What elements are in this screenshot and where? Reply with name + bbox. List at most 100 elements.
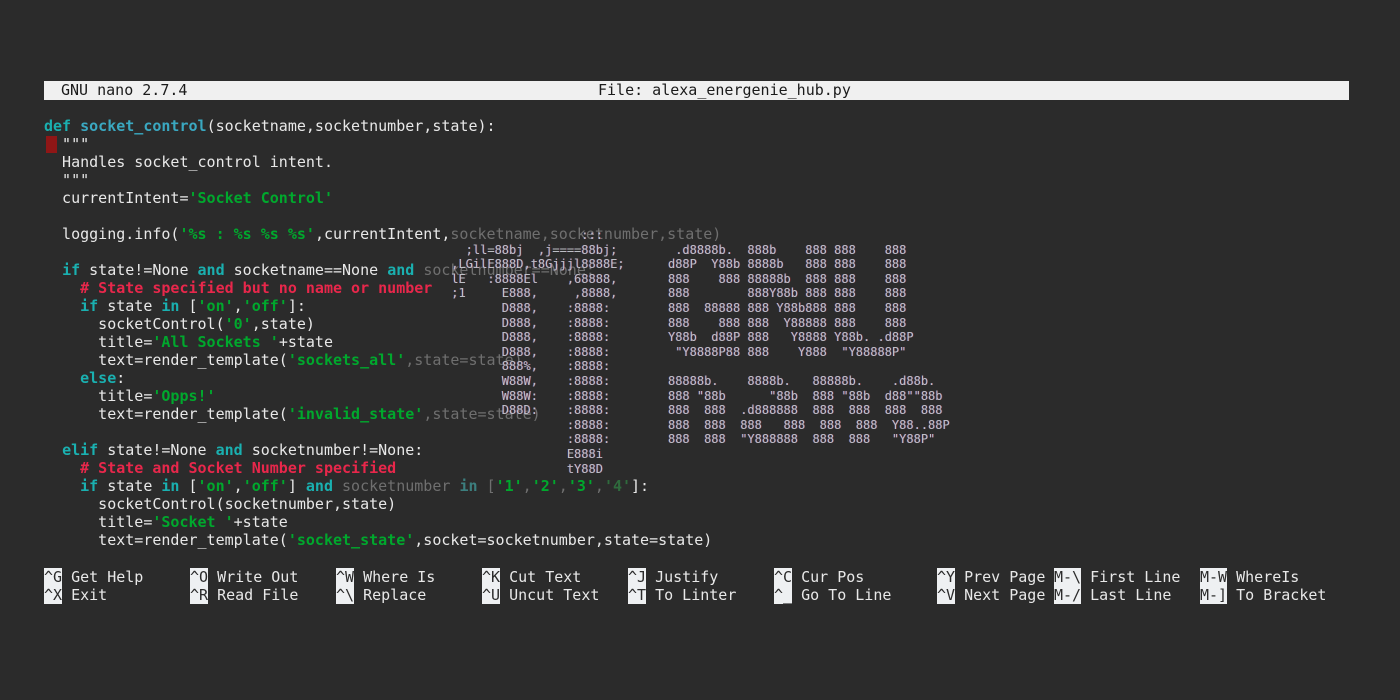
code-token: [44, 297, 80, 315]
shortcut-item[interactable]: ^W Where Is: [336, 568, 435, 586]
shortcut-label: Last Line: [1081, 586, 1171, 604]
code-token: '3': [568, 477, 595, 495]
code-token: and: [198, 261, 234, 279]
code-token: ,state): [252, 315, 315, 333]
shortcut-label: Cut Text: [500, 568, 581, 586]
shortcut-key-badge: ^K: [482, 568, 500, 586]
code-token: in: [459, 477, 486, 495]
code-token: 'off': [243, 297, 288, 315]
shortcut-item[interactable]: M-/ Last Line: [1054, 586, 1180, 604]
shortcut-item[interactable]: ^U Uncut Text: [482, 586, 599, 604]
shortcut-item[interactable]: ^V Next Page: [937, 586, 1045, 604]
shortcut-column: ^K Cut Text^U Uncut Text: [482, 568, 599, 604]
code-token: ,socket=socketnumber,state=state): [414, 531, 712, 549]
code-token: '0': [225, 315, 252, 333]
code-token: and: [387, 261, 423, 279]
code-token: title=: [44, 333, 152, 351]
code-token: text=render_template(: [44, 531, 288, 549]
code-token: socketnumber!=None:: [252, 441, 424, 459]
code-token: '4': [604, 477, 631, 495]
shortcut-key-badge: ^W: [336, 568, 354, 586]
code-token: (socketname,socketnumber,state):: [207, 117, 496, 135]
shortcut-item[interactable]: ^_ Go To Line: [774, 586, 891, 604]
code-token: state!=None: [107, 441, 215, 459]
code-token: ]: [288, 477, 306, 495]
code-token: elif: [62, 441, 107, 459]
shortcut-item[interactable]: ^J Justify: [628, 568, 736, 586]
shortcut-column: M-W WhereIsM-] To Bracket: [1200, 568, 1326, 604]
shortcut-key-badge: ^G: [44, 568, 62, 586]
code-token: 'on': [198, 477, 234, 495]
code-token: '1': [496, 477, 523, 495]
shortcut-label: Uncut Text: [500, 586, 599, 604]
code-token: title=: [44, 387, 152, 405]
shortcut-item[interactable]: ^K Cut Text: [482, 568, 599, 586]
shortcut-item[interactable]: M-] To Bracket: [1200, 586, 1326, 604]
shortcut-key-badge: ^V: [937, 586, 955, 604]
code-token: socketnumber: [342, 477, 459, 495]
text-cursor: [46, 136, 57, 153]
code-token: +state: [279, 333, 333, 351]
code-token: text=render_template(: [44, 405, 288, 423]
code-token: [: [189, 297, 198, 315]
shortcut-column: ^Y Prev Page^V Next Page: [937, 568, 1045, 604]
code-token: 'invalid_state': [288, 405, 423, 423]
shortcut-key-badge: M-\: [1054, 568, 1081, 586]
code-token: # State specified but no name or number: [44, 279, 432, 297]
code-token: [: [189, 477, 198, 495]
shortcut-column: ^G Get Help^X Exit: [44, 568, 143, 604]
shortcut-label: Read File: [208, 586, 298, 604]
code-token: '2': [532, 477, 559, 495]
shortcut-item[interactable]: ^Y Prev Page: [937, 568, 1045, 586]
code-token: if: [80, 477, 107, 495]
code-token: [44, 261, 62, 279]
code-token: ,: [595, 477, 604, 495]
code-token: 'All Sockets ': [152, 333, 278, 351]
code-line: text=render_template('socket_state',sock…: [44, 531, 1354, 549]
code-line: if state in ['on','off'] and socketnumbe…: [44, 477, 1354, 495]
code-token: state: [107, 477, 161, 495]
code-token: title=: [44, 513, 152, 531]
shortcut-item[interactable]: M-W WhereIs: [1200, 568, 1326, 586]
shortcut-label: Where Is: [354, 568, 435, 586]
code-token: [44, 369, 80, 387]
shortcut-item[interactable]: ^R Read File: [190, 586, 298, 604]
code-token: [: [487, 477, 496, 495]
shortcut-label: Cur Pos: [792, 568, 864, 586]
code-token: if: [62, 261, 89, 279]
code-token: ,: [234, 297, 243, 315]
shortcut-item[interactable]: ^T To Linter: [628, 586, 736, 604]
code-token: 'Opps!': [152, 387, 215, 405]
shortcut-key-badge: ^\: [336, 586, 354, 604]
shortcut-item[interactable]: M-\ First Line: [1054, 568, 1180, 586]
code-token: '%s : %s %s %s': [179, 225, 314, 243]
shortcut-item[interactable]: ^X Exit: [44, 586, 143, 604]
shortcut-key-badge: ^O: [190, 568, 208, 586]
editor-version-label: GNU nano 2.7.4: [61, 81, 187, 100]
shortcut-label: WhereIs: [1227, 568, 1299, 586]
code-token: [44, 441, 62, 459]
shortcut-label: Get Help: [62, 568, 143, 586]
code-token: """: [44, 171, 89, 189]
shortcut-item[interactable]: ^O Write Out: [190, 568, 298, 586]
code-token: ]:: [631, 477, 649, 495]
code-token: in: [161, 297, 188, 315]
code-token: socketControl(socketnumber,state): [44, 495, 396, 513]
code-line: Handles socket_control intent.: [44, 153, 1354, 171]
shortcut-item[interactable]: ^\ Replace: [336, 586, 435, 604]
code-line: socketControl(socketnumber,state): [44, 495, 1354, 513]
shortcut-item[interactable]: ^G Get Help: [44, 568, 143, 586]
shortcut-item[interactable]: ^C Cur Pos: [774, 568, 891, 586]
code-token: socketname==None: [234, 261, 388, 279]
code-token: if: [80, 297, 107, 315]
shortcut-label: To Bracket: [1227, 586, 1326, 604]
code-token: text=render_template(: [44, 351, 288, 369]
code-line: title='Socket '+state: [44, 513, 1354, 531]
code-token: def: [44, 117, 80, 135]
code-line: """: [44, 135, 1354, 153]
shortcut-label: First Line: [1081, 568, 1180, 586]
code-token: and: [306, 477, 342, 495]
code-token: 'off': [243, 477, 288, 495]
code-token: Handles socket_control intent.: [44, 153, 333, 171]
shortcut-label: Prev Page: [955, 568, 1045, 586]
